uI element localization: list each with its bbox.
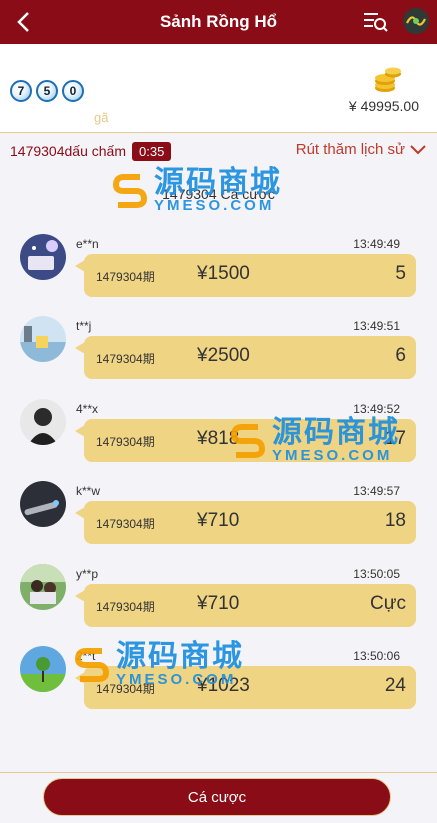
user-avatar [20,316,66,363]
draw-ball: 5 [36,80,58,102]
bet-username: y**p [76,566,99,581]
current-period-label: 1479304dấu chấm [10,143,126,159]
watermark-text-cn: 源码商城 [154,166,282,199]
bet-period: 1479304期 [96,517,155,532]
bet-amount: ¥710 [197,592,240,614]
bet-period: 1479304期 [96,352,155,367]
back-button[interactable] [10,8,38,36]
bet-bubble: 1479304期 ¥710 Cực [75,583,416,627]
draw-ball: 7 [10,80,32,102]
watermark-text-en: YMESO.COM [154,197,275,214]
coins-icon [373,64,403,94]
bet-list-item: k**w 13:49:57 1479304期 ¥710 18 [0,471,437,553]
profile-avatar-icon[interactable] [403,8,429,34]
bet-time: 13:49:57 [353,484,400,499]
bet-list-item: e**n 13:49:49 1479304期 ¥1500 5 [0,224,437,306]
bet-choice: 24 [384,674,406,696]
app-header: Sảnh Rồng Hổ [0,0,437,44]
bet-choice: 5 [395,263,406,284]
bet-username: 4**x [76,401,99,416]
draw-info-panel: 7 5 0 gã ¥ 49995.00 [0,44,437,133]
bet-period: 1479304期 [96,599,155,614]
bet-list-item: y**p 13:50:05 1479304期 ¥710 Cực [0,554,437,636]
bet-username: k**w [76,484,101,499]
countdown-timer: 0:35 [132,141,172,161]
wallet-balance: ¥ 49995.00 [348,98,419,114]
watermark: 源码商城 YMESO.COM [72,642,244,687]
watermark-text-en: YMESO.COM [272,447,393,464]
user-avatar [20,481,66,528]
bet-username: e**n [76,237,99,251]
user-avatar [20,563,66,610]
last-draw-balls: 7 5 0 [10,80,84,102]
bet-amount: ¥1500 [197,263,250,284]
bet-bubble: 1479304期 ¥1500 5 [75,254,416,297]
bet-time: 13:49:49 [353,237,400,251]
bet-period: 1479304期 [96,270,155,284]
bet-choice: Cực [370,592,406,614]
bet-period: 1479304期 [96,434,155,449]
bet-time: 13:50:05 [353,566,400,581]
user-avatar [20,645,66,692]
draw-history-link[interactable]: Rút thăm lịch sử [296,141,427,158]
bet-time: 13:49:52 [353,401,400,416]
draw-history-label: Rút thăm lịch sử [295,141,405,158]
bet-bubble: 1479304期 ¥710 18 [75,501,416,545]
list-search-icon[interactable] [363,10,389,34]
watermark: 源码商城 YMESO.COM [228,418,400,463]
bet-bubble: 1479304期 ¥2500 6 [75,336,416,380]
user-avatar [20,398,66,445]
draw-result-note: gã [94,110,109,125]
chevron-left-icon [17,12,29,32]
watermark: 源码商城 YMESO.COM [110,168,282,213]
bet-choice: 18 [384,510,406,532]
period-bar: 1479304dấu chấm 0:35 Rút thăm lịch sử [0,134,437,168]
chevron-down-icon [410,144,426,154]
bet-list-item: t**j 13:49:51 1479304期 ¥2500 6 [0,306,437,388]
user-avatar [20,234,66,280]
bet-amount: ¥2500 [197,345,250,367]
place-bet-button[interactable]: Cá cược [43,778,391,816]
bet-time: 13:49:51 [353,319,400,334]
bet-choice: 6 [395,345,406,367]
bet-amount: ¥710 [197,510,240,532]
footer-bar: Cá cược [0,772,437,823]
bet-username: t**j [76,319,92,334]
watermark-text-cn: 源码商城 [116,640,244,673]
watermark-logo-icon [112,173,148,208]
watermark-text-cn: 源码商城 [272,416,400,449]
watermark-logo-icon [230,423,266,458]
page-title: Sảnh Rồng Hổ [159,12,278,31]
watermark-logo-icon [74,647,110,682]
draw-ball: 0 [62,80,84,102]
watermark-text-en: YMESO.COM [116,671,237,688]
bet-time: 13:50:06 [353,648,400,663]
